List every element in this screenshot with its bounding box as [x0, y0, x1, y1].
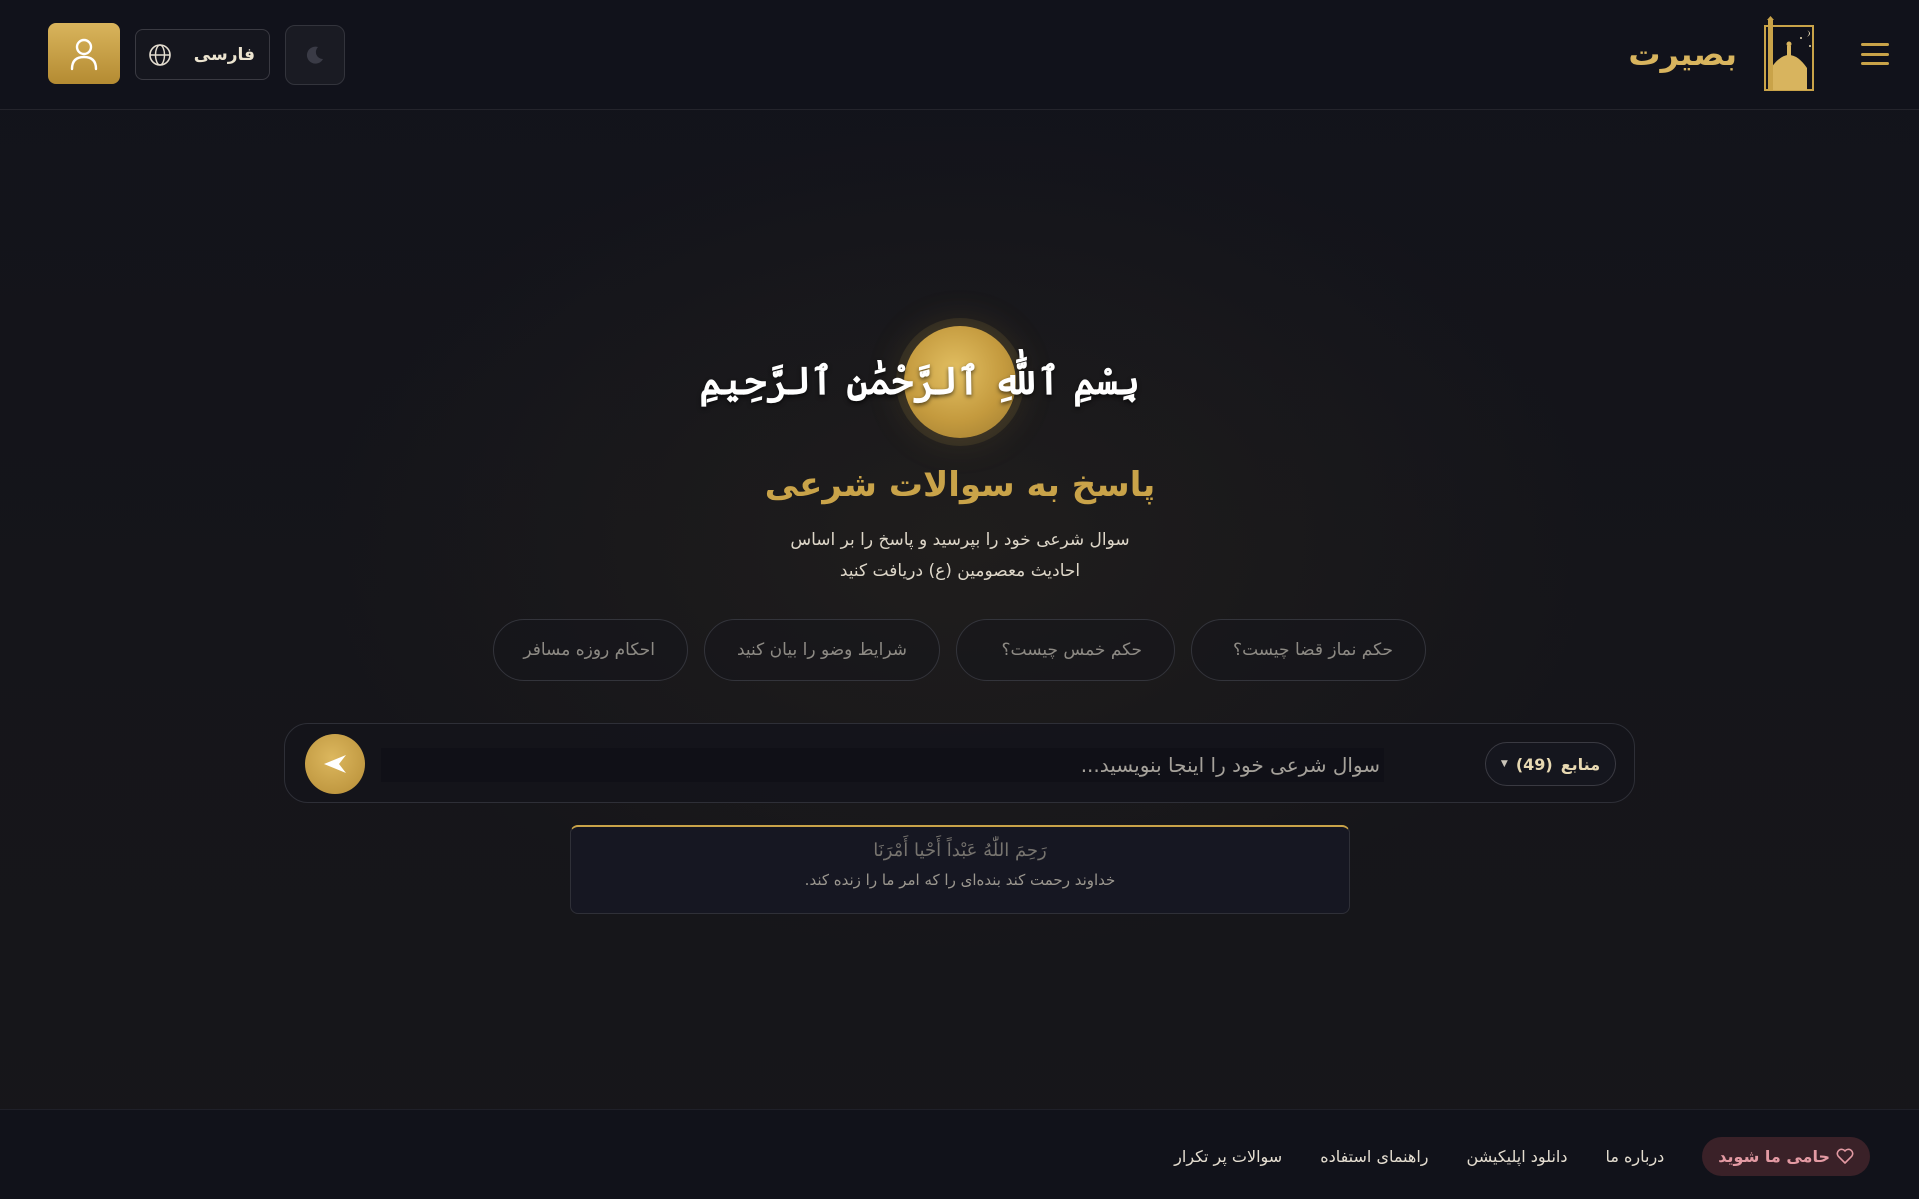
footer-link-download-app[interactable]: دانلود اپلیکیشن [1467, 1147, 1568, 1166]
suggestion-chip-traveler-fasting[interactable]: احکام روزه مسافر [493, 619, 688, 681]
support-us-button[interactable]: حامی ما شوید [1702, 1136, 1870, 1176]
heart-icon [1836, 1148, 1854, 1164]
language-selector[interactable]: فارسی [135, 29, 270, 80]
basmala-calligraphy: بِسْمِ ٱللَّٰهِ ٱلرَّحْمَٰنِ ٱلرَّحِيمِ [699, 358, 1140, 403]
sources-label: منابع [1560, 754, 1601, 774]
profile-button[interactable] [48, 23, 120, 84]
mosque-logo-icon[interactable] [1761, 16, 1817, 94]
send-icon [324, 755, 346, 773]
moon-icon [306, 46, 323, 64]
footer-link-about[interactable]: درباره ما [1605, 1147, 1664, 1166]
send-button[interactable] [305, 734, 365, 794]
hadith-card: رَحِمَ اللّٰهُ عَبْداً أَحْيا أَمْرَنَا … [570, 825, 1350, 914]
page-background [0, 0, 1919, 1199]
footer-nav: سوالات پر تکرار راهنمای استفاده دانلود ا… [1174, 1136, 1870, 1176]
footer-link-guide[interactable]: راهنمای استفاده [1320, 1147, 1428, 1166]
suggestion-chip-wudu[interactable]: شرایط وضو را بیان کنید [704, 619, 940, 681]
top-header: بصیرت فارسی [0, 0, 1919, 110]
theme-toggle-button[interactable] [285, 25, 345, 85]
brand-name[interactable]: بصیرت [1628, 30, 1737, 78]
language-label: فارسی [193, 44, 255, 65]
globe-icon [149, 43, 171, 66]
support-us-label: حامی ما شوید [1718, 1146, 1830, 1166]
footer-link-faq[interactable]: سوالات پر تکرار [1174, 1147, 1282, 1166]
hadith-translation: خداوند رحمت کند بنده‌ای را که امر ما را … [804, 871, 1116, 889]
sources-dropdown[interactable]: منابع (49) ▼ [1485, 742, 1616, 786]
suggestion-chips: حکم نماز قضا چیست؟ حکم خمس چیست؟ شرایط و… [493, 619, 1426, 681]
page-footer: سوالات پر تکرار راهنمای استفاده دانلود ا… [0, 1109, 1919, 1199]
page-title: پاسخ به سوالات شرعی [764, 465, 1156, 505]
hadith-arabic: رَحِمَ اللّٰهُ عَبْداً أَحْيا أَمْرَنَا [873, 840, 1047, 861]
subtitle-line-1: سوال شرعی خود را بپرسید و پاسخ را بر اسا… [790, 530, 1130, 550]
sources-count: (49) [1515, 754, 1553, 774]
page-subtitle: سوال شرعی خود را بپرسید و پاسخ را بر اسا… [720, 525, 1200, 587]
question-search-bar: منابع (49) ▼ [284, 723, 1635, 803]
subtitle-line-2: احادیث معصومین (ع) دریافت کنید [839, 561, 1081, 581]
suggestion-chip-khums[interactable]: حکم خمس چیست؟ [956, 619, 1176, 681]
question-input[interactable] [381, 748, 1384, 782]
user-icon [70, 38, 98, 70]
suggestion-chip-qaza-prayer[interactable]: حکم نماز قضا چیست؟ [1191, 619, 1426, 681]
hamburger-menu-icon[interactable] [1859, 40, 1891, 68]
chevron-down-icon: ▼ [1500, 759, 1508, 769]
